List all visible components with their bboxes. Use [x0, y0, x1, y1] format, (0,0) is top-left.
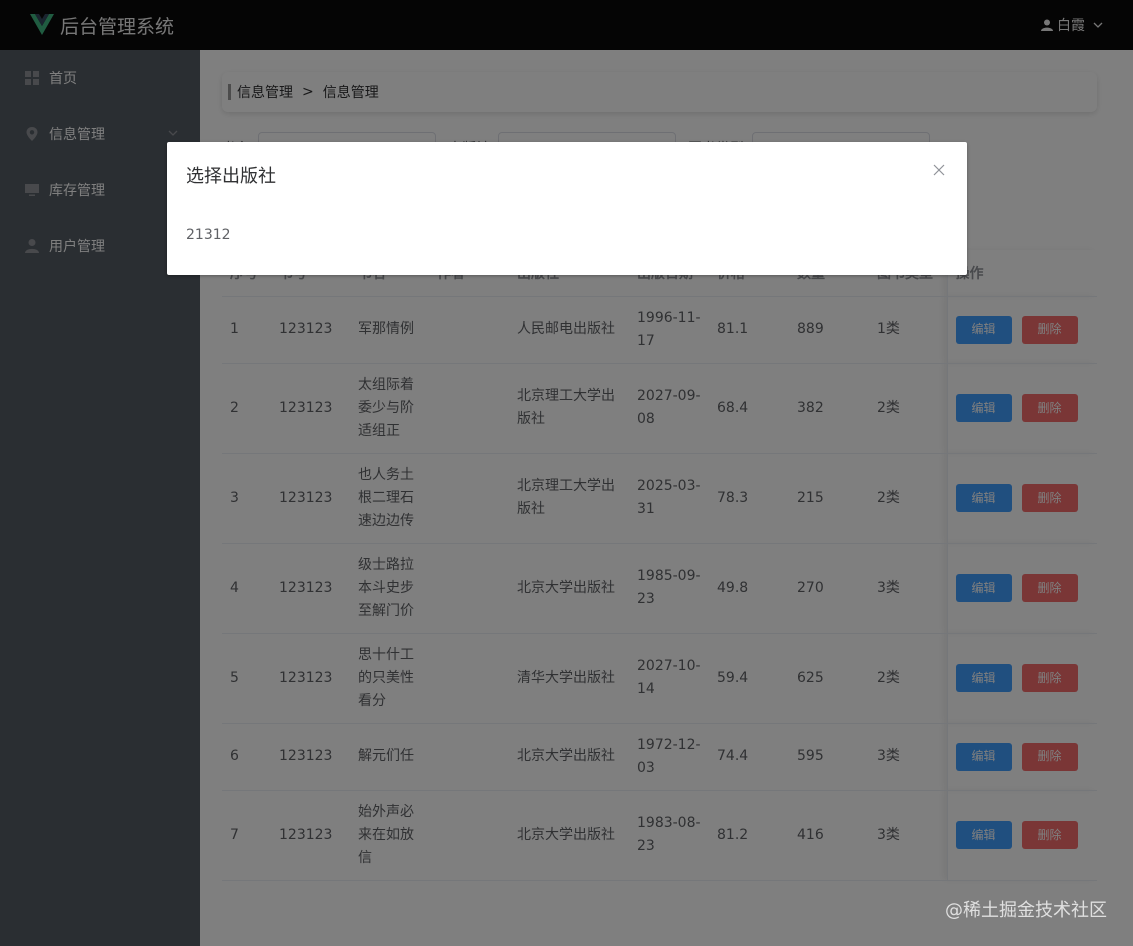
dialog-body: 21312	[186, 227, 231, 243]
dialog-title: 选择出版社	[186, 166, 276, 187]
close-icon[interactable]	[931, 162, 947, 178]
watermark: @稀土掘金技术社区	[945, 900, 1107, 921]
publisher-dialog: 选择出版社 21312	[167, 142, 967, 275]
